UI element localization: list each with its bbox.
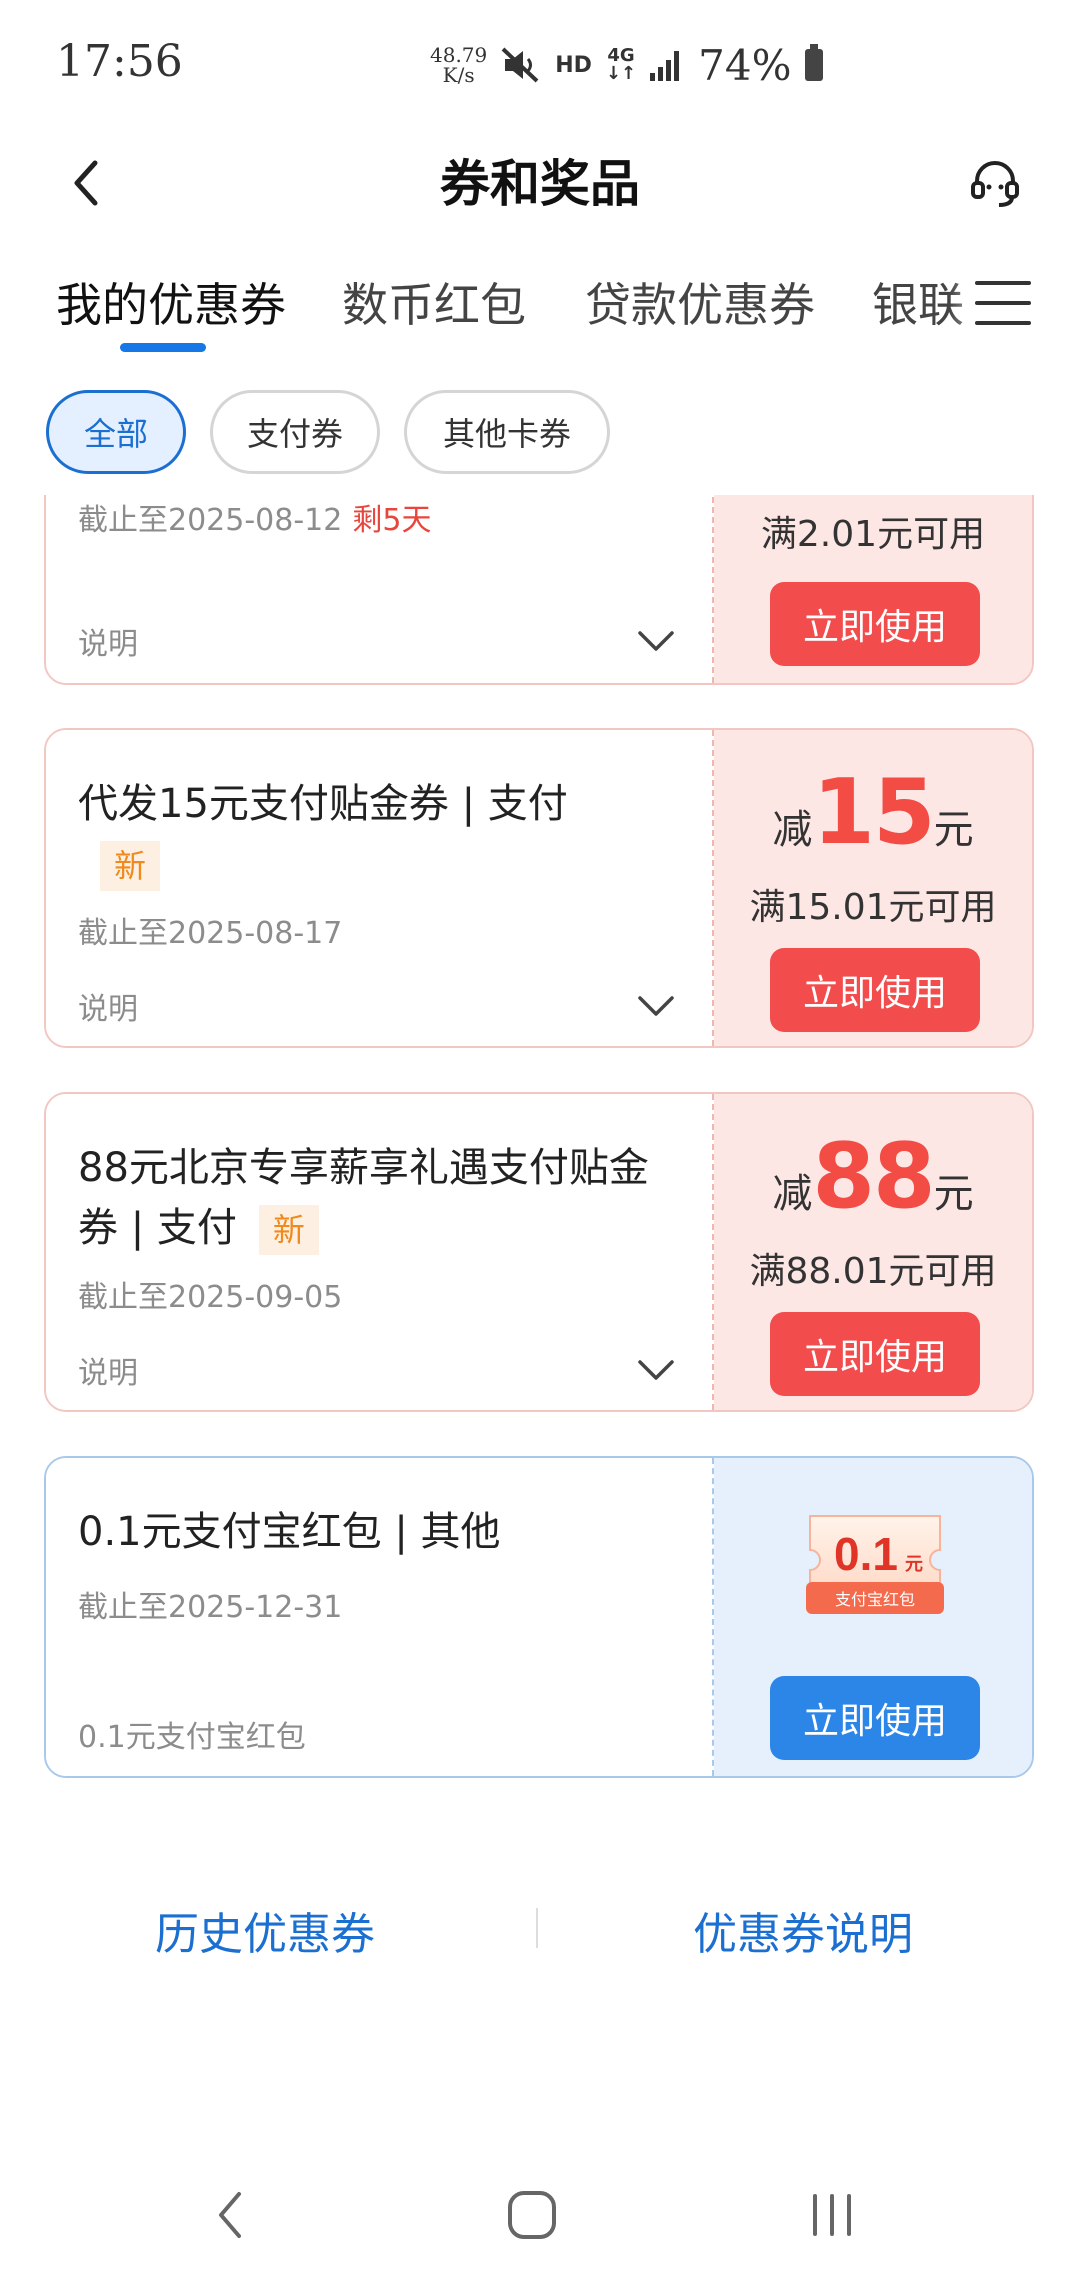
hongbao-caption: 支付宝红包 — [835, 1590, 915, 1609]
nav-recents-icon — [813, 2194, 851, 2236]
coupon-action-panel: 满2.01元可用 立即使用 — [714, 495, 1032, 683]
footer-divider — [536, 1908, 538, 1948]
coupon-description-toggle[interactable]: 说明 — [78, 1348, 138, 1392]
coupon-description: 0.1元支付宝红包 — [78, 1720, 306, 1755]
tab-my-coupons[interactable]: 我的优惠券 — [56, 269, 286, 335]
use-now-button[interactable]: 立即使用 — [770, 1676, 980, 1760]
battery-level: 74% — [698, 40, 792, 90]
coupon-card: 截止至2025-08-12 剩5天 说明 满2.01元可用 立即使用 — [44, 495, 1034, 685]
coupon-expire: 截止至2025-08-17 — [78, 916, 343, 951]
coupon-description-toggle[interactable]: 说明 — [78, 984, 138, 1028]
hd-indicator: HD — [555, 52, 592, 78]
coupon-info: 代发15元支付贴金券 | 支付新 截止至2025-08-17 说明 — [46, 730, 714, 1046]
filter-other-cards[interactable]: 其他卡券 — [404, 390, 610, 474]
coupon-explanation-link[interactable]: 优惠券说明 — [693, 1898, 913, 1962]
coupon-threshold: 满2.01元可用 — [760, 514, 986, 555]
hongbao-amount: 0.1 — [834, 1528, 898, 1580]
coupon-title: 代发15元支付贴金券 | 支付新 — [78, 774, 688, 894]
coupon-expire: 截止至2025-12-31 — [78, 1590, 343, 1625]
new-badge: 新 — [258, 1205, 319, 1255]
amount-prefix: 减 — [772, 807, 813, 853]
use-now-button[interactable]: 立即使用 — [770, 582, 980, 666]
filter-all[interactable]: 全部 — [46, 390, 186, 474]
coupon-list: 截止至2025-08-12 剩5天 说明 满2.01元可用 立即使用 代发15元支… — [0, 495, 1080, 1795]
tabs-menu-button[interactable] — [975, 275, 1031, 331]
coupon-title-text: 代发15元支付贴金券 | 支付 — [78, 781, 568, 827]
nav-back-button[interactable] — [190, 2180, 270, 2250]
hongbao-ticket-icon: 0.1 元 支付宝红包 — [806, 1515, 944, 1614]
alipay-hongbao-image: 0.1 元 支付宝红包 — [802, 1510, 948, 1620]
coupon-expire-date: 截止至2025-08-12 — [78, 503, 343, 538]
chevron-down-icon[interactable] — [636, 986, 676, 1026]
coupon-amount: 减88元 — [714, 1124, 1032, 1229]
menu-line — [975, 321, 1031, 325]
filter-chips: 全部 支付券 其他卡券 — [46, 390, 610, 474]
menu-line — [975, 301, 1031, 305]
network-type: 4G ↓↑ — [606, 47, 636, 83]
menu-line — [975, 281, 1031, 285]
coupon-title-text: 88元北京专享薪享礼遇支付贴金券 | 支付 — [78, 1145, 649, 1251]
chevron-down-icon[interactable] — [636, 621, 676, 661]
system-nav-bar — [0, 2140, 1080, 2280]
filter-payment-coupons[interactable]: 支付券 — [210, 390, 380, 474]
nav-home-icon — [508, 2191, 556, 2239]
nav-home-button[interactable] — [492, 2180, 572, 2250]
customer-service-button[interactable] — [960, 148, 1030, 218]
footer-links: 历史优惠券 优惠券说明 — [0, 1890, 1080, 1970]
mute-icon — [501, 47, 539, 83]
status-icons: 48.79 K/s HD 4G ↓↑ 74% — [430, 40, 824, 90]
status-time: 17:56 — [56, 36, 183, 87]
data-arrows-icon: ↓↑ — [605, 63, 637, 84]
use-now-button[interactable]: 立即使用 — [770, 948, 980, 1032]
coupon-title: 88元北京专享薪享礼遇支付贴金券 | 支付新 — [78, 1138, 678, 1258]
coupon-title: 0.1元支付宝红包 | 其他 — [78, 1509, 501, 1555]
coupon-expire: 截止至2025-08-12 剩5天 — [78, 495, 431, 539]
amount-unit: 元 — [933, 1171, 974, 1217]
status-bar: 17:56 48.79 K/s HD 4G ↓↑ 74% — [0, 0, 1080, 130]
coupon-remaining-days: 剩5天 — [352, 503, 432, 538]
coupon-card: 0.1元支付宝红包 | 其他 截止至2025-12-31 0.1元支付宝红包 0… — [44, 1456, 1034, 1778]
amount-unit: 元 — [933, 807, 974, 853]
coupon-info: 截止至2025-08-12 剩5天 说明 — [46, 495, 714, 683]
coupon-action-panel: 减15元 满15.01元可用 立即使用 — [714, 730, 1032, 1046]
nav-back-icon — [219, 2192, 241, 2238]
active-tab-indicator — [120, 343, 206, 352]
network-speed-value: 48.79 — [430, 43, 488, 67]
coupon-info: 88元北京专享薪享礼遇支付贴金券 | 支付新 截止至2025-09-05 说明 — [46, 1094, 714, 1410]
new-badge: 新 — [100, 841, 161, 891]
use-now-button[interactable]: 立即使用 — [770, 1312, 980, 1396]
coupon-description-toggle[interactable]: 说明 — [78, 619, 138, 663]
coupon-amount: 减15元 — [714, 760, 1032, 865]
amount-prefix: 减 — [772, 1171, 813, 1217]
coupon-threshold: 满88.01元可用 — [749, 1251, 997, 1292]
coupon-tabs: 我的优惠券 数币红包 贷款优惠券 银联 — [0, 255, 1080, 365]
amount-value: 15 — [812, 760, 935, 865]
hongbao-unit: 元 — [905, 1554, 923, 1575]
chevron-down-icon[interactable] — [636, 1350, 676, 1390]
coupon-threshold: 满15.01元可用 — [749, 887, 997, 928]
headset-icon — [971, 161, 1019, 207]
tab-loan-coupons[interactable]: 贷款优惠券 — [585, 269, 815, 335]
page-title: 券和奖品 — [440, 155, 640, 213]
history-coupons-link[interactable]: 历史优惠券 — [155, 1898, 375, 1962]
coupon-info: 0.1元支付宝红包 | 其他 截止至2025-12-31 0.1元支付宝红包 — [46, 1458, 714, 1776]
network-speed-unit: K/s — [442, 63, 475, 87]
amount-value: 88 — [812, 1124, 935, 1229]
network-speed: 48.79 K/s — [430, 45, 487, 85]
coupon-action-panel: 0.1 元 支付宝红包 立即使用 — [714, 1458, 1032, 1776]
coupon-card: 88元北京专享薪享礼遇支付贴金券 | 支付新 截止至2025-09-05 说明 … — [44, 1092, 1034, 1412]
coupon-expire: 截止至2025-09-05 — [78, 1280, 343, 1315]
nav-recents-button[interactable] — [792, 2180, 872, 2250]
tab-digital-currency-hongbao[interactable]: 数币红包 — [342, 269, 526, 335]
coupon-card: 代发15元支付贴金券 | 支付新 截止至2025-08-17 说明 减15元 满… — [44, 728, 1034, 1048]
app-header: 券和奖品 — [0, 130, 1080, 240]
signal-icon — [650, 51, 680, 81]
battery-icon — [805, 44, 824, 81]
coupon-action-panel: 减88元 满88.01元可用 立即使用 — [714, 1094, 1032, 1410]
